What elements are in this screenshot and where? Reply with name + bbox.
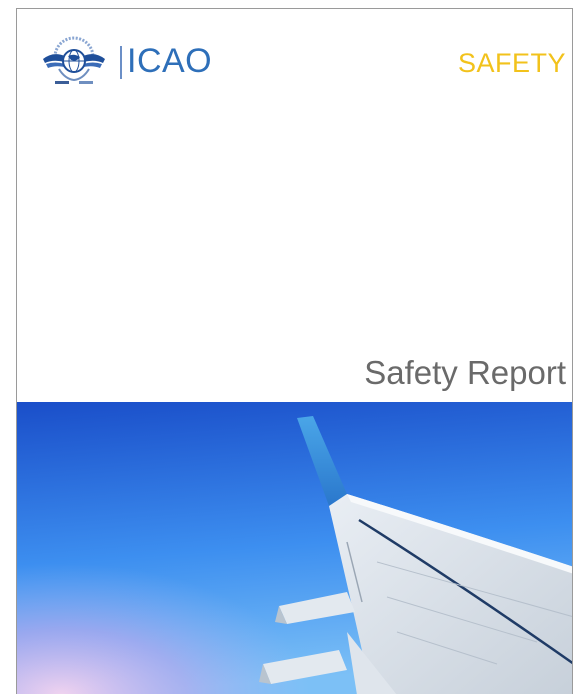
airplane-wing-sky-photo <box>17 402 572 694</box>
report-cover: ICAO SAFETY Safety Report <box>16 8 573 694</box>
header-divider <box>120 46 122 79</box>
document-title: Safety Report <box>364 354 566 391</box>
report-category: SAFETY <box>457 48 566 78</box>
icao-emblem-icon <box>43 36 105 84</box>
organization-name: ICAO <box>127 42 213 80</box>
